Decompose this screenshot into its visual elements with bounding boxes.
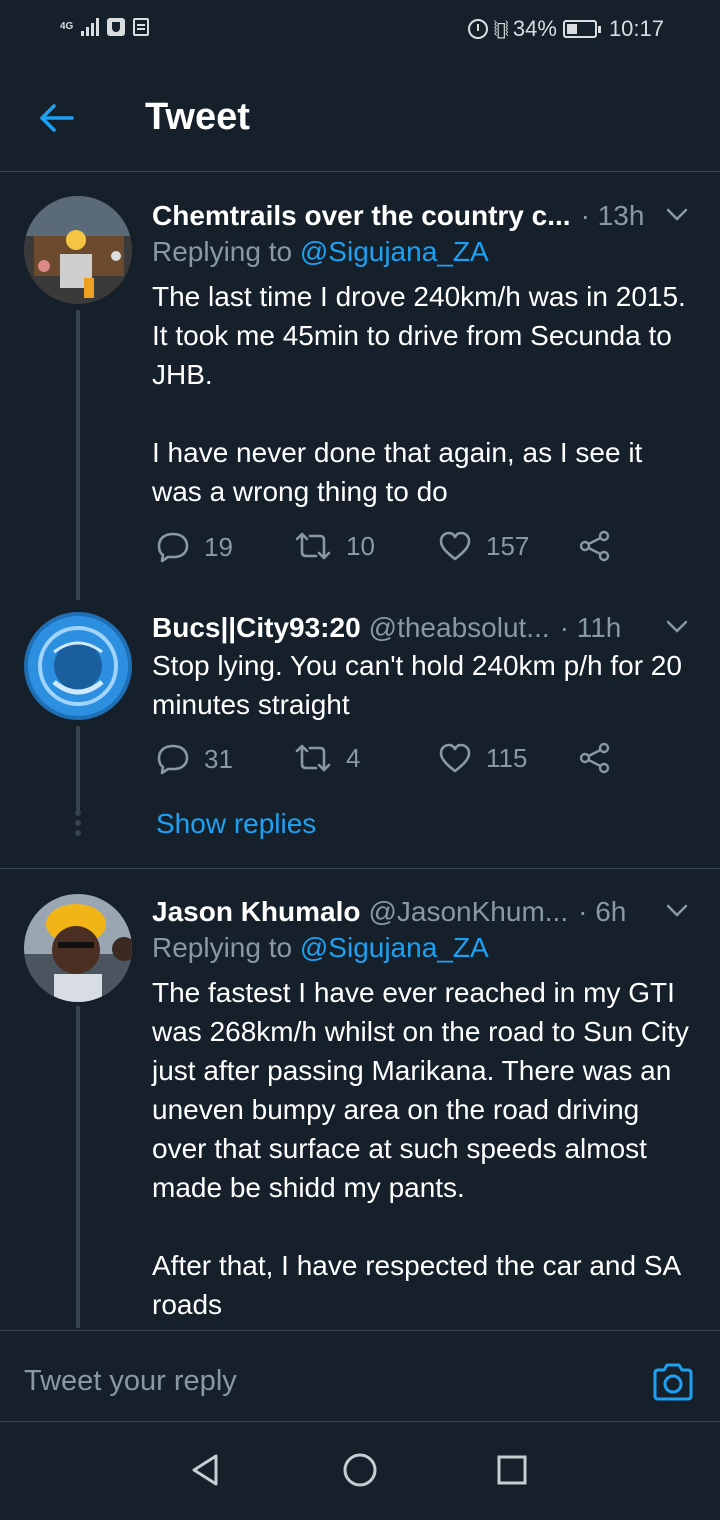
replying-handle[interactable]: @Sigujana_ZA (300, 932, 489, 963)
reply-input[interactable]: Tweet your reply (24, 1365, 237, 1398)
heart-icon (439, 743, 471, 773)
nav-recents-button[interactable] (492, 1450, 532, 1490)
nav-home-button[interactable] (340, 1450, 380, 1490)
thread-line (76, 1006, 80, 1328)
tweet-header: Chemtrails over the country c... · 13h (152, 196, 690, 236)
page-title: Tweet (145, 96, 250, 138)
replying-to: Replying to @Sigujana_ZA (152, 932, 489, 964)
system-nav-bar (0, 1422, 720, 1520)
share-icon (579, 742, 610, 774)
display-name[interactable]: Chemtrails over the country c... (152, 200, 571, 232)
retweet-count: 4 (346, 742, 361, 773)
share-button[interactable] (578, 530, 612, 562)
avatar[interactable] (24, 612, 132, 720)
status-bar-right: ⦚▯⦚ 34% 10:17 (467, 16, 664, 42)
reply-icon (157, 532, 189, 563)
tweet-header: Bucs||City93:20 @theabsolut... · 11h (152, 608, 690, 648)
reply-button[interactable]: 31 (156, 742, 233, 776)
replying-to: Replying to @Sigujana_ZA (152, 236, 489, 268)
show-replies-link[interactable]: Show replies (156, 808, 316, 840)
back-arrow-icon (40, 104, 74, 132)
camera-icon (653, 1363, 693, 1401)
retweet-button[interactable]: 10 (294, 530, 375, 562)
heart-icon (439, 531, 471, 561)
square-recents-icon (497, 1455, 527, 1485)
tweet-bucs-city[interactable]: Bucs||City93:20 @theabsolut... · 11h Sto… (0, 608, 720, 858)
user-handle[interactable]: @JasonKhum... (368, 896, 568, 928)
status-bar-left: 4G (60, 18, 150, 36)
replying-handle[interactable]: @Sigujana_ZA (300, 236, 489, 267)
back-button[interactable] (30, 92, 82, 144)
reply-composer: Tweet your reply (0, 1330, 720, 1422)
tweet-text: The last time I drove 240km/h was in 201… (152, 281, 686, 507)
tweet-actions: 19 10 157 (156, 530, 636, 570)
nav-back-button[interactable] (186, 1450, 226, 1490)
like-button[interactable]: 115 (438, 742, 527, 774)
tweet-time: · 13h (580, 200, 645, 231)
retweet-button[interactable]: 4 (294, 742, 360, 774)
like-count: 157 (486, 530, 530, 561)
display-name[interactable]: Jason Khumalo (152, 896, 360, 928)
thread-line (76, 726, 80, 812)
camera-button[interactable] (652, 1361, 694, 1403)
chevron-down-icon[interactable] (664, 202, 690, 228)
status-bar: 4G ⦚▯⦚ 34% 10:17 (0, 0, 720, 62)
replying-prefix: Replying to (152, 932, 300, 963)
reply-count: 31 (204, 743, 233, 774)
triangle-back-icon (192, 1454, 218, 1486)
chevron-down-icon[interactable] (664, 614, 690, 640)
reply-count: 19 (204, 531, 233, 562)
battery-icon (562, 20, 601, 38)
like-count: 115 (486, 742, 528, 773)
vibrate-icon: ⦚▯⦚ (493, 18, 509, 41)
vpn-shield-icon (107, 18, 126, 36)
thread-line (76, 310, 80, 600)
tweet-time: · 11h (559, 612, 622, 643)
notification-doc-icon (133, 18, 150, 36)
avatar[interactable] (24, 894, 132, 1002)
clock: 10:17 (608, 16, 664, 41)
tweet-chemtrails[interactable]: Chemtrails over the country c... · 13h R… (0, 196, 720, 600)
like-button[interactable]: 157 (438, 530, 529, 562)
signal-icon (81, 18, 100, 36)
chevron-down-icon[interactable] (664, 898, 690, 924)
retweet-icon (295, 532, 331, 560)
tweet-text: Stop lying. You can't hold 240km p/h for… (152, 650, 682, 720)
alarm-icon (467, 19, 488, 39)
tweet-header: Jason Khumalo @JasonKhum... · 6h (152, 892, 690, 932)
divider (0, 868, 720, 869)
share-button[interactable] (578, 742, 612, 774)
reply-button[interactable]: 19 (156, 530, 233, 564)
share-icon (579, 530, 610, 562)
display-name[interactable]: Bucs||City93:20 (152, 612, 361, 644)
reply-icon (157, 744, 189, 775)
tweet-actions: 31 4 115 (156, 742, 636, 782)
tweet-time: · 6h (578, 896, 627, 927)
battery-percent: 34% (512, 16, 557, 41)
tweet-jason-khumalo[interactable]: Jason Khumalo @JasonKhum... · 6h Replyin… (0, 892, 720, 1328)
thread-dots (74, 810, 82, 840)
retweet-icon (295, 744, 331, 772)
tweet-text: The fastest I have ever reached in my GT… (152, 977, 689, 1320)
top-app-bar: Tweet (0, 62, 720, 172)
retweet-count: 10 (346, 530, 375, 561)
replying-prefix: Replying to (152, 236, 300, 267)
circle-home-icon (343, 1453, 377, 1487)
network-type: 4G (60, 21, 74, 32)
avatar[interactable] (24, 196, 132, 304)
user-handle[interactable]: @theabsolut... (369, 612, 550, 644)
